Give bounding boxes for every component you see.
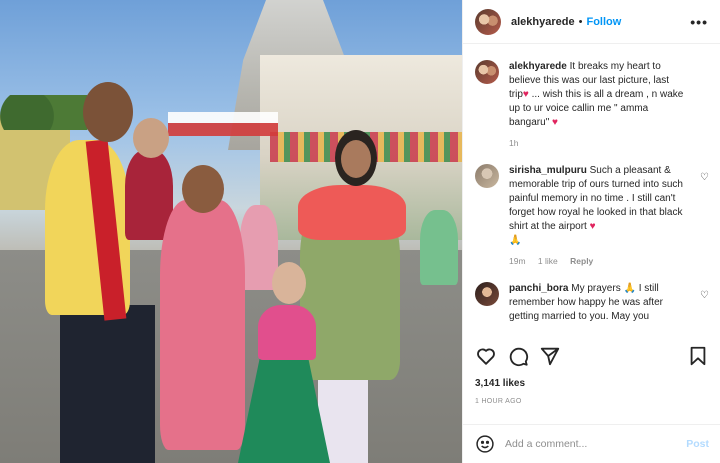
- photo-woman-face: [341, 140, 371, 178]
- comment-username[interactable]: panchi_bora: [509, 283, 568, 294]
- post-timestamp: 1 HOUR AGO: [475, 398, 522, 405]
- photo-flag: [168, 112, 278, 136]
- comment-body: sirisha_mulpuru Such a pleasant & memora…: [509, 164, 709, 268]
- share-icon[interactable]: [539, 345, 561, 367]
- comment-meta: 1h: [509, 136, 691, 150]
- emoji-icon[interactable]: [475, 434, 495, 454]
- photo-small-girl: [258, 305, 316, 360]
- add-comment-input[interactable]: [505, 438, 687, 450]
- photo-background-person: [420, 210, 458, 285]
- avatar[interactable]: [475, 164, 499, 188]
- post-comment-button[interactable]: Post: [686, 438, 709, 450]
- like-comment-heart-icon[interactable]: ♡: [700, 172, 709, 183]
- photo-child-head: [133, 118, 169, 158]
- comment-likes[interactable]: 1 like: [538, 256, 558, 266]
- comment-item: panchi_bora My prayers 🙏 I still remembe…: [475, 282, 709, 324]
- comment-time: 19m: [509, 256, 526, 266]
- comment-text: My prayers: [571, 283, 621, 294]
- heart-icon[interactable]: [475, 345, 497, 367]
- comment-body: alekhyarede It breaks my heart to believ…: [509, 60, 709, 150]
- photo-girl: [160, 200, 245, 450]
- reply-button[interactable]: Reply: [570, 256, 593, 266]
- comment-time: 1h: [509, 138, 519, 148]
- like-comment-heart-icon[interactable]: ♡: [700, 290, 709, 301]
- photo-woman-scarf: [298, 185, 406, 240]
- add-comment-bar: Post: [463, 424, 720, 463]
- photo-man-head: [83, 82, 133, 142]
- comment-username[interactable]: alekhyarede: [509, 61, 567, 72]
- post-sidebar: alekhyarede • Follow ••• alekhyarede It …: [462, 0, 720, 463]
- comment-body: panchi_bora My prayers 🙏 I still remembe…: [509, 282, 709, 324]
- heart-emoji: ♥: [522, 89, 529, 100]
- post-header: alekhyarede • Follow •••: [463, 0, 720, 44]
- comment-username[interactable]: sirisha_mulpuru: [509, 165, 587, 176]
- avatar[interactable]: [475, 60, 499, 84]
- separator-dot: •: [578, 15, 583, 28]
- follow-button[interactable]: Follow: [586, 16, 621, 28]
- more-options-icon[interactable]: •••: [690, 14, 708, 30]
- comment-meta: 19m 1 like Reply: [509, 254, 691, 268]
- bookmark-icon[interactable]: [687, 345, 709, 367]
- comment-icon[interactable]: [507, 345, 529, 367]
- photo-small-girl-head: [272, 262, 306, 304]
- photo-girl-head: [182, 165, 224, 213]
- post-username[interactable]: alekhyarede: [511, 16, 575, 28]
- comment-item: alekhyarede It breaks my heart to believ…: [475, 60, 709, 150]
- heart-emoji: ♥: [552, 117, 558, 128]
- comments-list[interactable]: alekhyarede It breaks my heart to believ…: [463, 50, 720, 335]
- heart-emoji: ♥: [589, 221, 596, 232]
- pray-emoji: 🙏: [623, 283, 636, 294]
- comment-item: sirisha_mulpuru Such a pleasant & memora…: [475, 164, 709, 268]
- action-bar: [475, 343, 709, 369]
- pray-emoji: 🙏: [509, 235, 522, 246]
- avatar[interactable]: [475, 8, 501, 35]
- post-photo[interactable]: [0, 0, 462, 463]
- avatar[interactable]: [475, 282, 499, 306]
- photo-man-dhoti: [60, 305, 155, 463]
- photo-trees: [0, 95, 90, 130]
- likes-count[interactable]: 3,141 likes: [475, 378, 525, 389]
- comment-text: ... wish this is all a dream , n wake up…: [509, 89, 684, 128]
